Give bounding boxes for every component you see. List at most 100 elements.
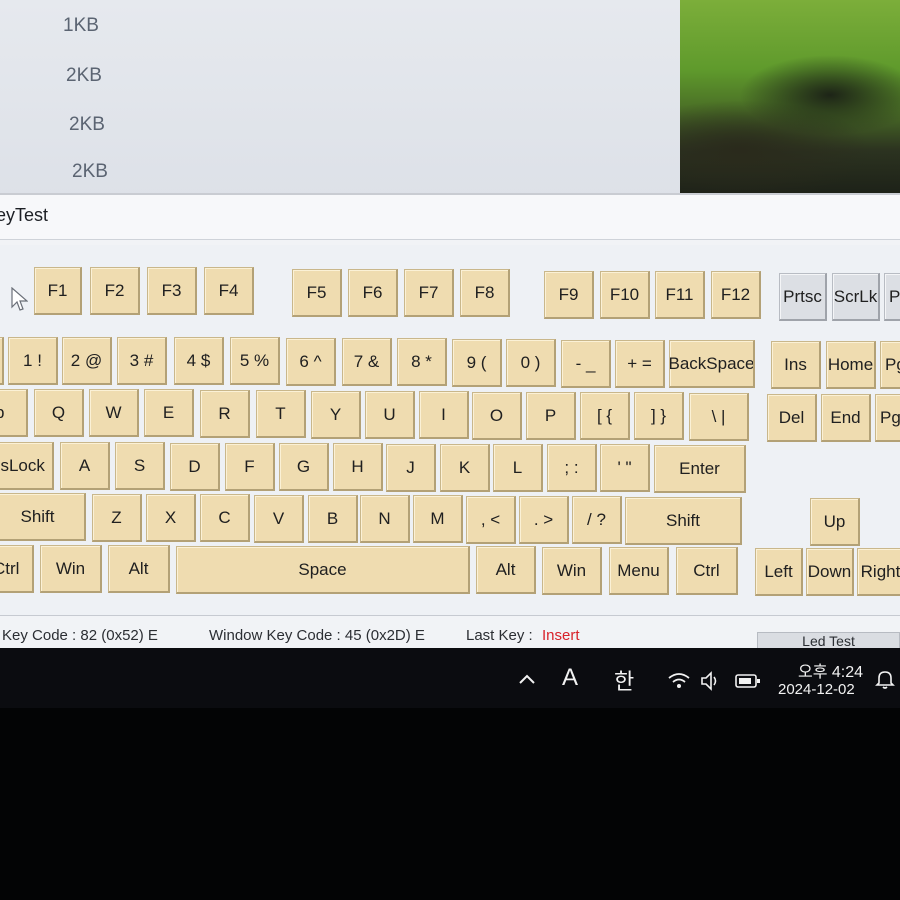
key-4[interactable]: 4 $: [174, 337, 224, 385]
key-f8[interactable]: F8: [460, 269, 510, 317]
key-f2[interactable]: F2: [90, 267, 140, 315]
key-slash[interactable]: / ?: [572, 496, 622, 544]
mouse-pointer-icon: [11, 287, 28, 311]
key-f9[interactable]: F9: [544, 271, 594, 319]
key-i[interactable]: I: [419, 391, 469, 439]
title-bar[interactable]: eyTest: [0, 195, 900, 240]
key-z[interactable]: Z: [92, 494, 142, 542]
key-insert[interactable]: Ins: [771, 341, 821, 389]
key-left-bracket[interactable]: [ {: [580, 392, 630, 440]
key-arrow-down[interactable]: Down: [806, 548, 854, 596]
key-0[interactable]: 0 ): [506, 339, 556, 387]
key-k[interactable]: K: [440, 444, 490, 492]
key-2[interactable]: 2 @: [62, 337, 112, 385]
key-left-alt[interactable]: Alt: [108, 545, 170, 593]
key-1[interactable]: 1 !: [8, 337, 58, 385]
key-w[interactable]: W: [89, 389, 139, 437]
key-x[interactable]: X: [146, 494, 196, 542]
keyboard-panel: F1 F2 F3 F4 F5 F6 F7 F8 F9 F10 F11 F12 P…: [0, 245, 900, 616]
key-o[interactable]: O: [472, 392, 522, 440]
key-right-win[interactable]: Win: [542, 547, 602, 595]
input-mode-indicator[interactable]: A: [562, 664, 578, 692]
key-q[interactable]: Q: [34, 389, 84, 437]
key-7[interactable]: 7 &: [342, 338, 392, 386]
key-caps-lock[interactable]: osLock: [0, 442, 54, 490]
key-menu[interactable]: Menu: [609, 547, 669, 595]
key-h[interactable]: H: [333, 443, 383, 491]
key-page-up[interactable]: Pg: [880, 341, 900, 389]
key-minus[interactable]: - _: [561, 340, 611, 388]
desktop-wallpaper: [680, 0, 900, 200]
key-right-ctrl[interactable]: Ctrl: [676, 547, 738, 595]
key-comma[interactable]: , <: [466, 496, 516, 544]
key-f6[interactable]: F6: [348, 269, 398, 317]
key-d[interactable]: D: [170, 443, 220, 491]
key-left-win[interactable]: Win: [40, 545, 102, 593]
key-f[interactable]: F: [225, 443, 275, 491]
key-arrow-up[interactable]: Up: [810, 498, 860, 546]
key-delete[interactable]: Del: [767, 394, 817, 442]
key-t[interactable]: T: [256, 390, 306, 438]
key-print-screen[interactable]: Prtsc: [779, 273, 827, 321]
key-backtick[interactable]: [0, 337, 4, 385]
clock-date[interactable]: 2024-12-02: [778, 681, 855, 698]
key-8[interactable]: 8 *: [397, 338, 447, 386]
key-scroll-lock[interactable]: ScrLk: [832, 273, 880, 321]
key-page-down[interactable]: Pgl: [875, 394, 900, 442]
key-quote[interactable]: ' ": [600, 444, 650, 492]
keytest-window: eyTest F1 F2 F3 F4 F5 F6 F7 F8 F9 F10 F1…: [0, 193, 900, 651]
key-c[interactable]: C: [200, 494, 250, 542]
key-f5[interactable]: F5: [292, 269, 342, 317]
key-tab[interactable]: b: [0, 389, 28, 437]
key-arrow-right[interactable]: Right: [857, 548, 900, 596]
ime-language-indicator[interactable]: 한: [614, 664, 634, 696]
key-f1[interactable]: F1: [34, 267, 82, 315]
taskbar: A 한 오후 4:24 2024-12-02: [0, 648, 900, 708]
clock-time[interactable]: 오후 4:24: [798, 658, 863, 682]
key-space[interactable]: Space: [176, 546, 470, 594]
key-right-shift[interactable]: Shift: [625, 497, 742, 545]
key-end[interactable]: End: [821, 394, 871, 442]
key-v[interactable]: V: [254, 495, 304, 543]
key-p[interactable]: P: [526, 392, 576, 440]
key-home[interactable]: Home: [826, 341, 876, 389]
key-backspace[interactable]: BackSpace: [669, 340, 755, 388]
key-9[interactable]: 9 (: [452, 339, 502, 387]
key-right-alt[interactable]: Alt: [476, 546, 536, 594]
key-y[interactable]: Y: [311, 391, 361, 439]
key-a[interactable]: A: [60, 442, 110, 490]
key-f10[interactable]: F10: [600, 271, 650, 319]
key-right-bracket[interactable]: ] }: [634, 392, 684, 440]
chevron-up-icon[interactable]: [517, 672, 537, 686]
key-l[interactable]: L: [493, 444, 543, 492]
key-b[interactable]: B: [308, 495, 358, 543]
key-f4[interactable]: F4: [204, 267, 254, 315]
key-e[interactable]: E: [144, 389, 194, 437]
key-equals[interactable]: + =: [615, 340, 665, 388]
notification-bell-icon[interactable]: [874, 668, 896, 690]
key-f11[interactable]: F11: [655, 271, 705, 319]
key-f12[interactable]: F12: [711, 271, 761, 319]
key-period[interactable]: . >: [519, 496, 569, 544]
key-m[interactable]: M: [413, 495, 463, 543]
key-pause[interactable]: Pa: [884, 273, 900, 321]
key-g[interactable]: G: [279, 443, 329, 491]
key-f3[interactable]: F3: [147, 267, 197, 315]
key-left-shift[interactable]: Shift: [0, 493, 86, 541]
key-5[interactable]: 5 %: [230, 337, 280, 385]
key-j[interactable]: J: [386, 444, 436, 492]
system-tray-icons[interactable]: [668, 670, 764, 692]
key-arrow-left[interactable]: Left: [755, 548, 803, 596]
key-u[interactable]: U: [365, 391, 415, 439]
key-3[interactable]: 3 #: [117, 337, 167, 385]
key-enter[interactable]: Enter: [654, 445, 746, 493]
key-6[interactable]: 6 ^: [286, 338, 336, 386]
key-semicolon[interactable]: ; :: [547, 444, 597, 492]
key-f7[interactable]: F7: [404, 269, 454, 317]
key-backslash[interactable]: \ |: [689, 393, 749, 441]
key-n[interactable]: N: [360, 495, 410, 543]
key-r[interactable]: R: [200, 390, 250, 438]
key-s[interactable]: S: [115, 442, 165, 490]
battery-icon: [735, 674, 760, 688]
key-left-ctrl[interactable]: Ctrl: [0, 545, 34, 593]
